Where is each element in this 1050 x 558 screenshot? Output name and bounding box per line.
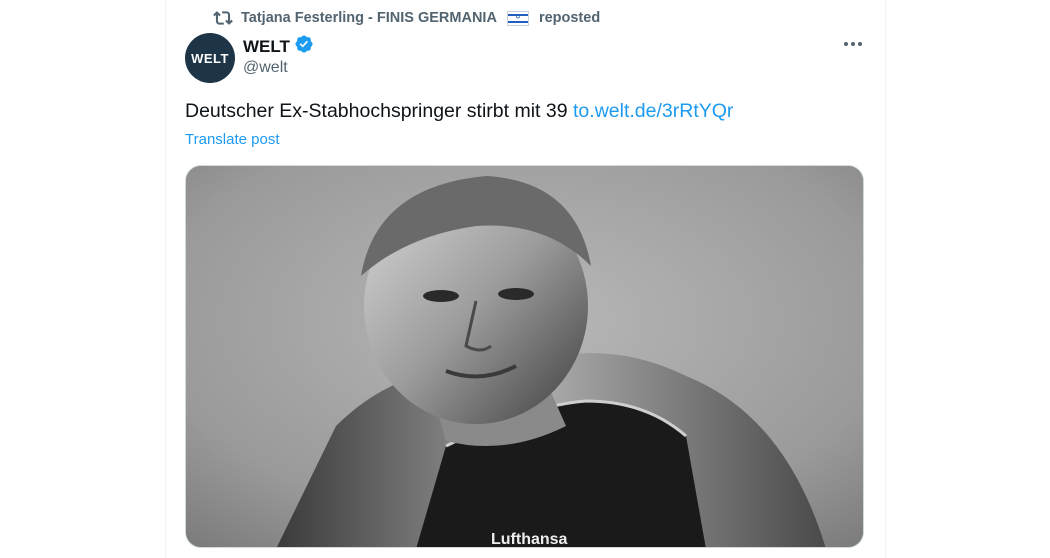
tweet-link[interactable]: to.welt.de/3rRtYQr [573,100,733,122]
repost-user-name[interactable]: Tatjana Festerling - FINIS GERMANIA [241,10,497,26]
more-dot-icon [851,42,855,46]
jersey-text: Lufthansa [491,531,568,548]
more-options-button[interactable] [838,32,868,56]
tweet-body: Deutscher Ex-Stabhochspringer stirbt mit… [185,100,568,122]
athlete-photo: Lufthansa [186,166,863,548]
translate-post-link[interactable]: Translate post [185,131,280,148]
repost-indicator[interactable]: Tatjana Festerling - FINIS GERMANIA ✡ re… [213,8,600,28]
repost-icon [213,8,233,28]
tweet-text: Deutscher Ex-Stabhochspringer stirbt mit… [185,100,733,123]
avatar-text: WELT [191,50,229,66]
tweet-media-photo[interactable]: Lufthansa [185,165,864,548]
verified-badge-icon [294,34,314,59]
israel-flag-icon: ✡ [506,10,529,26]
author-handle[interactable]: @welt [243,59,288,77]
more-dot-icon [858,42,862,46]
avatar[interactable]: WELT [185,33,235,83]
author-name-row[interactable]: WELT [243,34,314,59]
more-dot-icon [844,42,848,46]
repost-suffix: reposted [538,10,601,26]
author-name[interactable]: WELT [243,37,290,57]
